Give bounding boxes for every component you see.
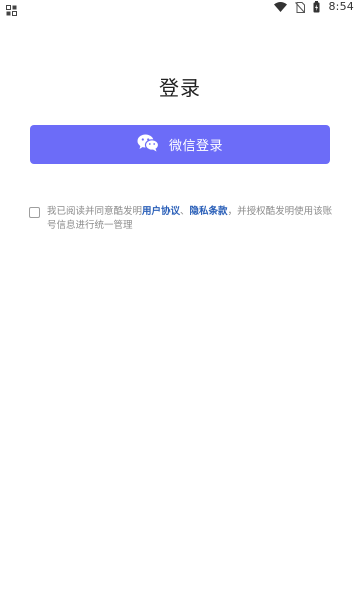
wechat-login-label: 微信登录 xyxy=(168,139,223,154)
no-sim-icon xyxy=(295,1,306,13)
notification-icon xyxy=(6,1,18,16)
wechat-login-button[interactable]: 微信登录 xyxy=(30,125,330,164)
agreement: 我已阅读并同意酷发明用户协议、隐私条款，并授权酷发明使用该账号信息进行统一管理 xyxy=(29,205,339,233)
agreement-separator: 、 xyxy=(180,206,190,217)
wechat-icon xyxy=(137,134,160,156)
battery-icon xyxy=(313,1,320,13)
user-agreement-link[interactable]: 用户协议 xyxy=(142,206,180,217)
page-title: 登录 xyxy=(159,76,201,100)
agreement-text: 我已阅读并同意酷发明用户协议、隐私条款，并授权酷发明使用该账号信息进行统一管理 xyxy=(47,205,339,233)
status-time: 8:54 xyxy=(328,0,354,13)
wifi-icon xyxy=(274,2,288,12)
agreement-text-before: 我已阅读并同意酷发明 xyxy=(47,206,143,217)
agreement-checkbox[interactable] xyxy=(29,207,40,218)
status-bar: 8:54 xyxy=(0,0,360,16)
privacy-policy-link[interactable]: 隐私条款 xyxy=(190,206,228,217)
